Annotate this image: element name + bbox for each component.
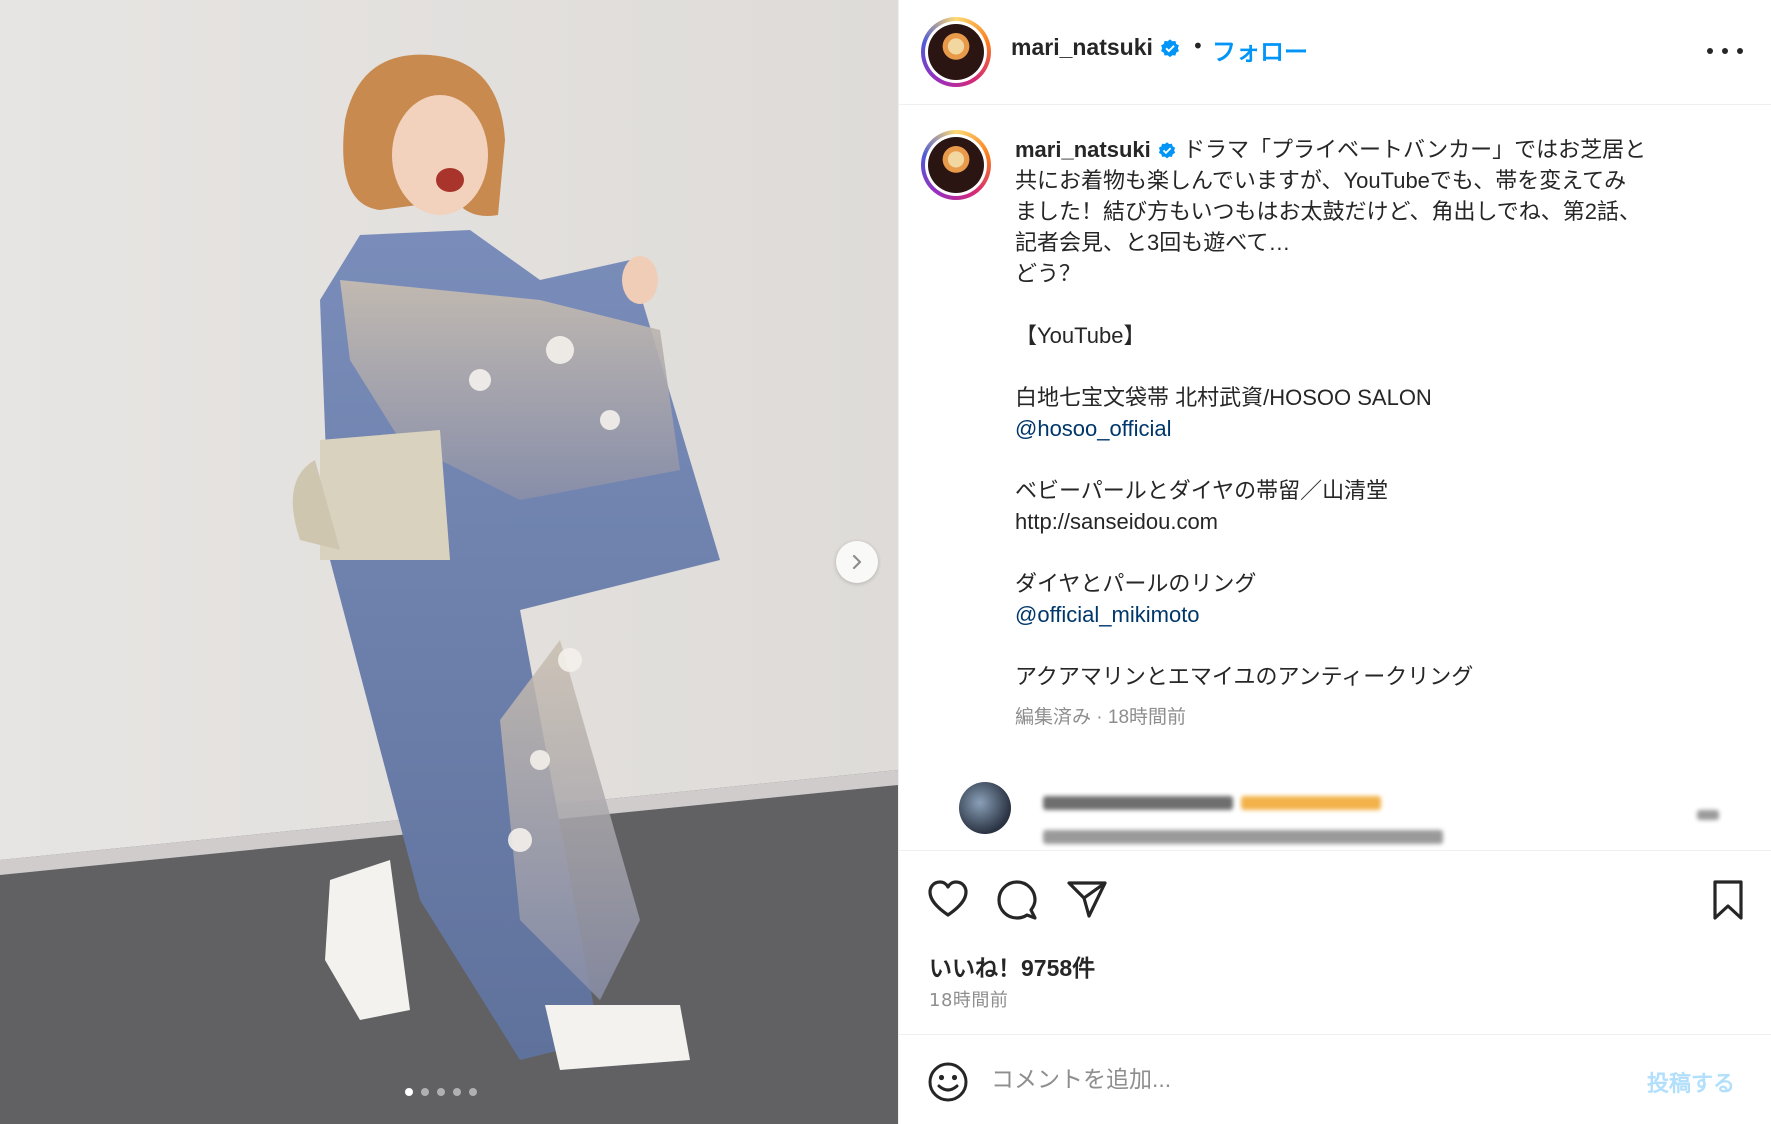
caption-line: ました！結び方もいつもはお太鼓だけど、角出しでね、第2話、 <box>1015 199 1642 224</box>
post-photo <box>0 0 898 1124</box>
header-username: mari_natsuki <box>1011 34 1153 60</box>
caption-line: 共にお着物も楽しんでいますが、YouTubeでも、帯を変えてみ <box>1015 168 1627 193</box>
more-horizontal-icon <box>1707 48 1713 54</box>
caption-line: どう？ <box>1015 261 1082 286</box>
post-header: mari_natsuki • フォロー <box>899 0 1771 105</box>
blurred-comment-text <box>1043 830 1443 844</box>
post-comment-button[interactable]: 投稿する <box>1647 1066 1735 1098</box>
next-slide-button[interactable] <box>836 541 878 583</box>
save-button[interactable] <box>1711 879 1745 925</box>
slide-dot <box>421 1088 429 1096</box>
slide-dot <box>405 1088 413 1096</box>
blurred-comment-emoji <box>1241 796 1381 810</box>
slide-dot <box>437 1088 445 1096</box>
avatar <box>928 24 984 80</box>
header-separator: • <box>1192 34 1204 58</box>
mention-link[interactable]: @hosoo_official <box>1015 416 1171 441</box>
bookmark-icon <box>1713 880 1743 920</box>
verified-badge-icon <box>1158 142 1175 159</box>
comment-item <box>959 782 1719 850</box>
send-icon <box>1067 881 1107 918</box>
emoji-button[interactable] <box>927 1061 969 1107</box>
heart-icon <box>928 880 968 917</box>
likes-count[interactable]: いいね！9758件 <box>929 949 1095 983</box>
caption-line: ドラマ「プライベートバンカー」ではお芝居と <box>1182 137 1647 162</box>
caption-url: http://sanseidou.com <box>1015 509 1219 534</box>
emoji-icon <box>928 1062 968 1102</box>
actions-section: いいね！9758件 18時間前 投稿する <box>899 850 1771 1124</box>
comment-like-icon[interactable] <box>1697 810 1719 820</box>
verified-badge-icon <box>1161 39 1180 58</box>
slide-indicator <box>405 1088 477 1096</box>
mention-link[interactable]: @official_mikimoto <box>1015 602 1200 627</box>
caption-section: mari_natsuki ドラマ「プライベートバンカー」ではお芝居と 共にお着物… <box>899 106 1771 850</box>
blurred-comment-username <box>1043 796 1233 810</box>
chevron-right-icon <box>852 554 862 570</box>
caption-item: 白地七宝文袋帯 北村武資/HOSOO SALON <box>1015 385 1432 410</box>
more-options-button[interactable] <box>1707 40 1743 62</box>
caption-item: ダイヤとパールのリング <box>1015 571 1257 596</box>
caption-username[interactable]: mari_natsuki <box>1015 137 1151 162</box>
post-panel: mari_natsuki • フォロー mari_natsuki ドラマ「プライ… <box>898 0 1771 1124</box>
comment-button[interactable] <box>996 879 1038 925</box>
comment-input[interactable] <box>991 1057 1611 1101</box>
header-username-link[interactable]: mari_natsuki <box>1011 34 1181 61</box>
caption-avatar[interactable] <box>921 130 991 200</box>
caption-meta: 編集済み · 18時間前 <box>1015 707 1187 728</box>
comment-icon <box>997 880 1037 920</box>
caption-line: 記者会見、と3回も遊べて… <box>1015 230 1291 255</box>
caption-text: mari_natsuki ドラマ「プライベートバンカー」ではお芝居と 共にお着物… <box>1015 134 1727 733</box>
share-button[interactable] <box>1066 879 1108 923</box>
caption-youtube-heading: 【YouTube】 <box>1015 323 1146 348</box>
post-media[interactable] <box>0 0 898 1124</box>
follow-button[interactable]: フォロー <box>1212 32 1308 67</box>
caption-item: アクアマリンとエマイユのアンティークリング <box>1015 664 1474 689</box>
avatar <box>928 137 984 193</box>
slide-dot <box>453 1088 461 1096</box>
slide-dot <box>469 1088 477 1096</box>
post-time[interactable]: 18時間前 <box>929 986 1008 1012</box>
caption-item: ベビーパールとダイヤの帯留／山清堂 <box>1015 478 1389 503</box>
like-button[interactable] <box>927 879 969 923</box>
avatar[interactable] <box>959 782 1011 834</box>
comment-composer: 投稿する <box>899 1034 1771 1124</box>
header-avatar[interactable] <box>921 17 991 87</box>
